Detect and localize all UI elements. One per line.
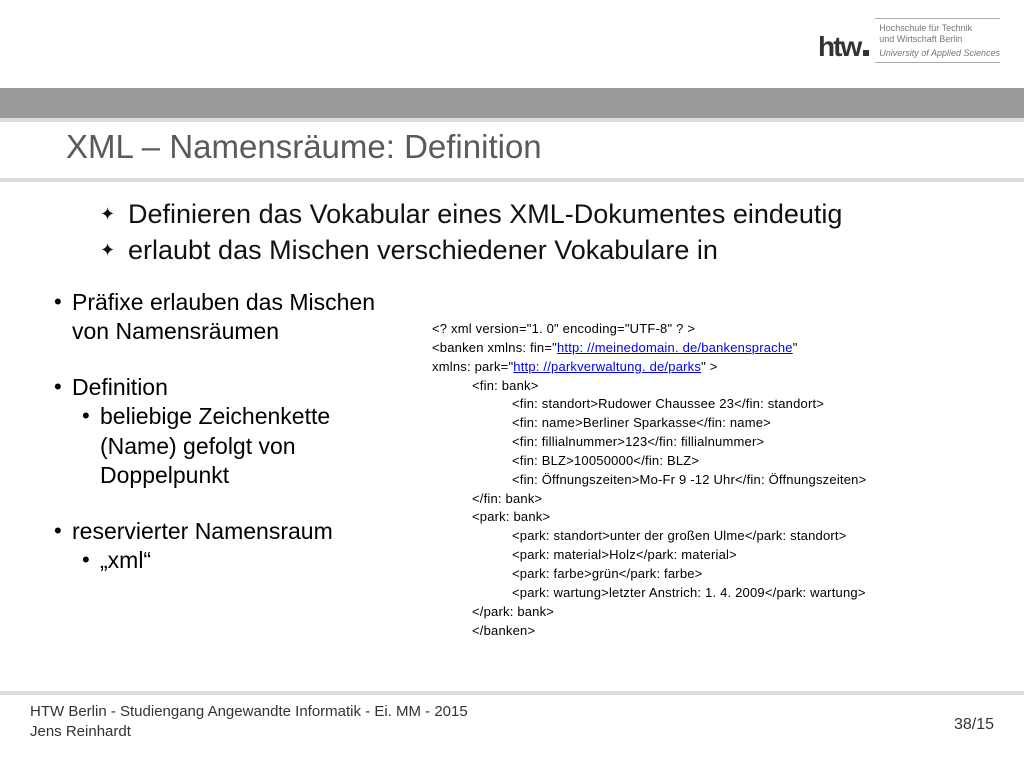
diamond-bullet-icon: ✦ [100,196,128,226]
left-bullet-definition: Definition [72,373,168,402]
code-example: <? xml version="1. 0" encoding="UTF-8" ?… [432,320,992,640]
code-line: <park: standort>unter der großen Ulme</p… [432,527,992,546]
header-thin-bar [0,118,1024,122]
footer-line-2: Jens Reinhardt [30,722,468,742]
code-line: </fin: bank> [432,490,992,509]
bullet-dot-icon: • [54,288,72,347]
logo: htw Hochschule für Technik und Wirtschaf… [818,18,1000,63]
left-bullet-reserved: reservierter Namensraum [72,517,333,546]
code-line: <? xml version="1. 0" encoding="UTF-8" ?… [432,320,992,339]
foreground-content: • Präfixe erlauben das Mischen von Namen… [54,288,974,688]
bullet-dot-icon: • [54,373,72,402]
code-line: <banken xmlns: fin="http: //meinedomain.… [432,339,992,358]
left-bullet-prefix: Präfixe erlauben das Mischen von Namensr… [72,288,404,347]
background-bullet-1: Definieren das Vokabular eines XML-Dokum… [128,196,842,232]
footer-line-1: HTW Berlin - Studiengang Angewandte Info… [30,702,468,722]
bullet-dot-icon: • [54,517,72,546]
code-line: <park: material>Holz</park: material> [432,546,992,565]
left-sub-definition: beliebige Zeichenkette (Name) gefolgt vo… [100,402,404,490]
logo-dot-icon [863,50,869,56]
header-grey-bar [0,88,1024,118]
background-bullets: ✦ Definieren das Vokabular eines XML-Dok… [100,196,960,269]
title-underline [0,178,1024,182]
logo-subtext: Hochschule für Technik und Wirtschaft Be… [875,18,1000,63]
code-line: <fin: BLZ>10050000</fin: BLZ> [432,452,992,471]
code-line: <fin: standort>Rudower Chaussee 23</fin:… [432,395,992,414]
code-line: xmlns: park="http: //parkverwaltung. de/… [432,358,992,377]
code-line: <fin: bank> [432,377,992,396]
code-line: <park: wartung>letzter Anstrich: 1. 4. 2… [432,584,992,603]
code-line: <fin: fillialnummer>123</fin: fillialnum… [432,433,992,452]
code-line: <fin: Öffnungszeiten>Mo-Fr 9 -12 Uhr</fi… [432,471,992,490]
code-line: </park: bank> [432,603,992,622]
code-line: <park: farbe>grün</park: farbe> [432,565,992,584]
slide-title: XML – Namensräume: Definition [66,128,542,166]
logo-mark: htw [818,31,869,63]
diamond-bullet-icon: ✦ [100,232,128,262]
footer-top-bar [0,691,1024,695]
logo-letters: htw [818,31,860,63]
code-line: <fin: name>Berliner Sparkasse</fin: name… [432,414,992,433]
left-sub-reserved: „xml“ [100,546,151,575]
code-link-park[interactable]: http: //parkverwaltung. de/parks [513,359,701,374]
footer-left: HTW Berlin - Studiengang Angewandte Info… [30,702,468,743]
left-column: • Präfixe erlauben das Mischen von Namen… [54,288,404,576]
background-bullet-2: erlaubt das Mischen verschiedener Vokabu… [128,232,718,268]
code-line: </banken> [432,622,992,641]
code-line: <park: bank> [432,508,992,527]
bullet-dot-icon: • [82,546,100,575]
bullet-dot-icon: • [82,402,100,490]
footer-page-number: 38/15 [954,716,994,734]
code-link-fin[interactable]: http: //meinedomain. de/bankensprache [557,340,793,355]
